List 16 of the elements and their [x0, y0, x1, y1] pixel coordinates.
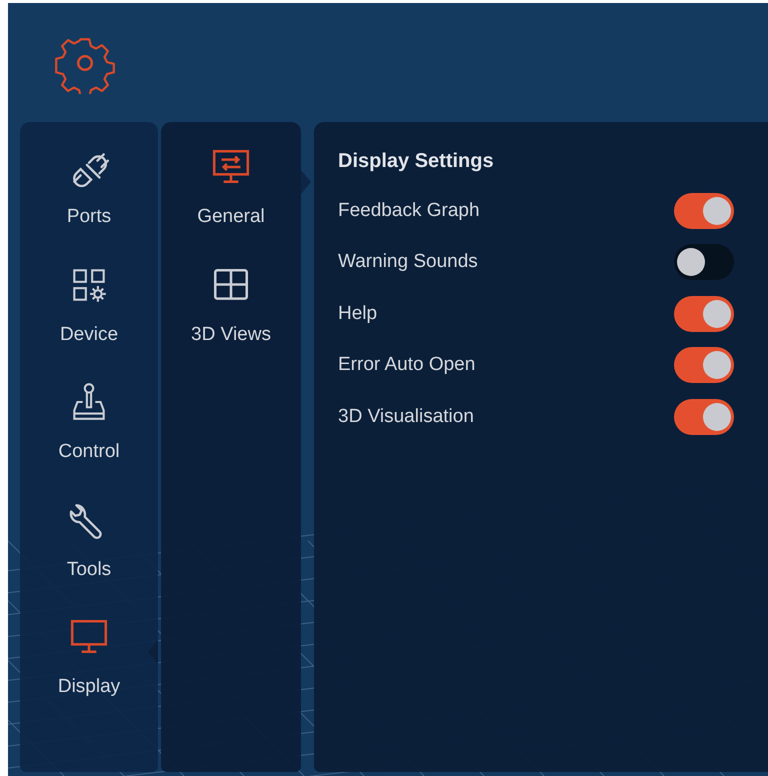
- nav-item[interactable]: 3D Views: [161, 264, 301, 381]
- toggle-switch[interactable]: [674, 398, 734, 435]
- toggle-switch[interactable]: [674, 296, 734, 332]
- setting-label: 3D Visualisation: [338, 406, 474, 428]
- toggle-switch[interactable]: [674, 192, 734, 229]
- nav-item[interactable]: Tools: [20, 498, 158, 616]
- nav-item[interactable]: Ports: [20, 146, 158, 264]
- setting-label: Warning Sounds: [338, 251, 478, 274]
- setting-label: Feedback Graph: [338, 200, 480, 222]
- toggle-switch[interactable]: [674, 244, 734, 280]
- toggle-switch[interactable]: [674, 347, 734, 384]
- nav-item[interactable]: Control: [20, 381, 158, 498]
- panel-title: Display Settings: [338, 150, 494, 173]
- setting-label: Help: [338, 302, 378, 325]
- nav-item[interactable]: Device: [20, 264, 158, 381]
- setting-label: Error Auto Open: [338, 354, 476, 376]
